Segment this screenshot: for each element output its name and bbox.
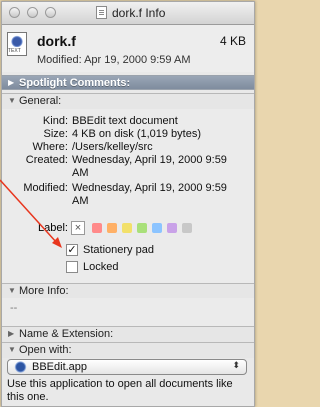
- size-label: Size:: [43, 128, 68, 140]
- more-info-panel: --: [2, 298, 254, 326]
- file-type-icon: TEXT: [7, 32, 29, 60]
- disclosure-right-icon[interactable]: ▶: [8, 329, 14, 338]
- where-value: /Users/kelley/src: [72, 141, 153, 153]
- kind-label: Kind:: [42, 115, 68, 127]
- popup-arrows-icon: ⬍: [232, 360, 240, 370]
- section-spotlight-comments[interactable]: ▶ Spotlight Comments:: [2, 75, 254, 90]
- file-header: TEXT dork.f 4 KB Modified: Apr 19, 2000 …: [2, 25, 254, 72]
- file-modified: Modified: Apr 19, 2000 9:59 AM: [37, 54, 191, 66]
- label-none-button[interactable]: ×: [71, 221, 85, 235]
- kind-value: BBEdit text document: [72, 115, 178, 127]
- locked-label[interactable]: Locked: [83, 261, 118, 273]
- modified-label: Modified:: [23, 182, 68, 194]
- close-button[interactable]: [9, 7, 20, 18]
- title-bar[interactable]: dork.f Info: [2, 2, 254, 25]
- modified-value-cont: AM: [72, 195, 89, 207]
- section-label: Spotlight Comments:: [19, 77, 131, 89]
- label-color-swatch[interactable]: [107, 223, 117, 233]
- info-window: dork.f Info TEXT dork.f 4 KB Modified: A…: [1, 1, 255, 407]
- zoom-button[interactable]: [45, 7, 56, 18]
- open-with-popup[interactable]: BBEdit.app ⬍: [7, 359, 247, 375]
- general-panel: Kind: BBEdit text document Size: 4 KB on…: [2, 109, 254, 285]
- stationery-pad-checkbox[interactable]: ✓: [66, 244, 78, 256]
- section-label: Open with:: [19, 344, 72, 356]
- section-name-extension[interactable]: ▶ Name & Extension:: [2, 326, 254, 342]
- disclosure-right-icon[interactable]: ▶: [8, 78, 14, 87]
- label-color-swatch[interactable]: [182, 223, 192, 233]
- section-open-with[interactable]: ▼ Open with:: [2, 342, 254, 358]
- label-color-swatch[interactable]: [137, 223, 147, 233]
- open-with-app-name: BBEdit.app: [32, 361, 88, 373]
- label-color-swatch[interactable]: [167, 223, 177, 233]
- section-general[interactable]: ▼ General:: [2, 93, 254, 109]
- label-color-swatch[interactable]: [122, 223, 132, 233]
- where-label: Where:: [32, 141, 68, 153]
- file-size: 4 KB: [219, 34, 246, 48]
- label-label: Label:: [38, 222, 68, 234]
- section-label: Name & Extension:: [19, 328, 114, 340]
- created-value-cont: AM: [72, 167, 89, 179]
- size-value: 4 KB on disk (1,019 bytes): [72, 128, 202, 140]
- label-color-swatch[interactable]: [92, 223, 102, 233]
- created-label: Created:: [25, 154, 68, 166]
- disclosure-down-icon[interactable]: ▼: [8, 96, 16, 105]
- section-label: General:: [19, 95, 62, 107]
- bbedit-app-icon: [14, 361, 27, 373]
- window-title: dork.f Info: [112, 6, 166, 20]
- more-info-value: --: [10, 302, 18, 314]
- created-value: Wednesday, April 19, 2000 9:59: [72, 154, 227, 166]
- file-type-tag: TEXT: [8, 48, 21, 54]
- modified-value: Wednesday, April 19, 2000 9:59: [72, 182, 227, 194]
- checkmark-icon: ✓: [67, 244, 77, 256]
- file-name: dork.f: [37, 33, 76, 49]
- label-color-swatch[interactable]: [152, 223, 162, 233]
- document-icon: [96, 6, 107, 19]
- label-row: Label: ×: [2, 221, 254, 237]
- disclosure-down-icon[interactable]: ▼: [8, 286, 16, 295]
- section-label: More Info:: [19, 285, 69, 297]
- open-with-description: Use this application to open all documen…: [7, 378, 233, 403]
- section-more-info[interactable]: ▼ More Info:: [2, 283, 254, 299]
- minimize-button[interactable]: [27, 7, 38, 18]
- disclosure-down-icon[interactable]: ▼: [8, 345, 16, 354]
- locked-checkbox[interactable]: [66, 261, 78, 273]
- stationery-pad-label[interactable]: Stationery pad: [83, 244, 154, 256]
